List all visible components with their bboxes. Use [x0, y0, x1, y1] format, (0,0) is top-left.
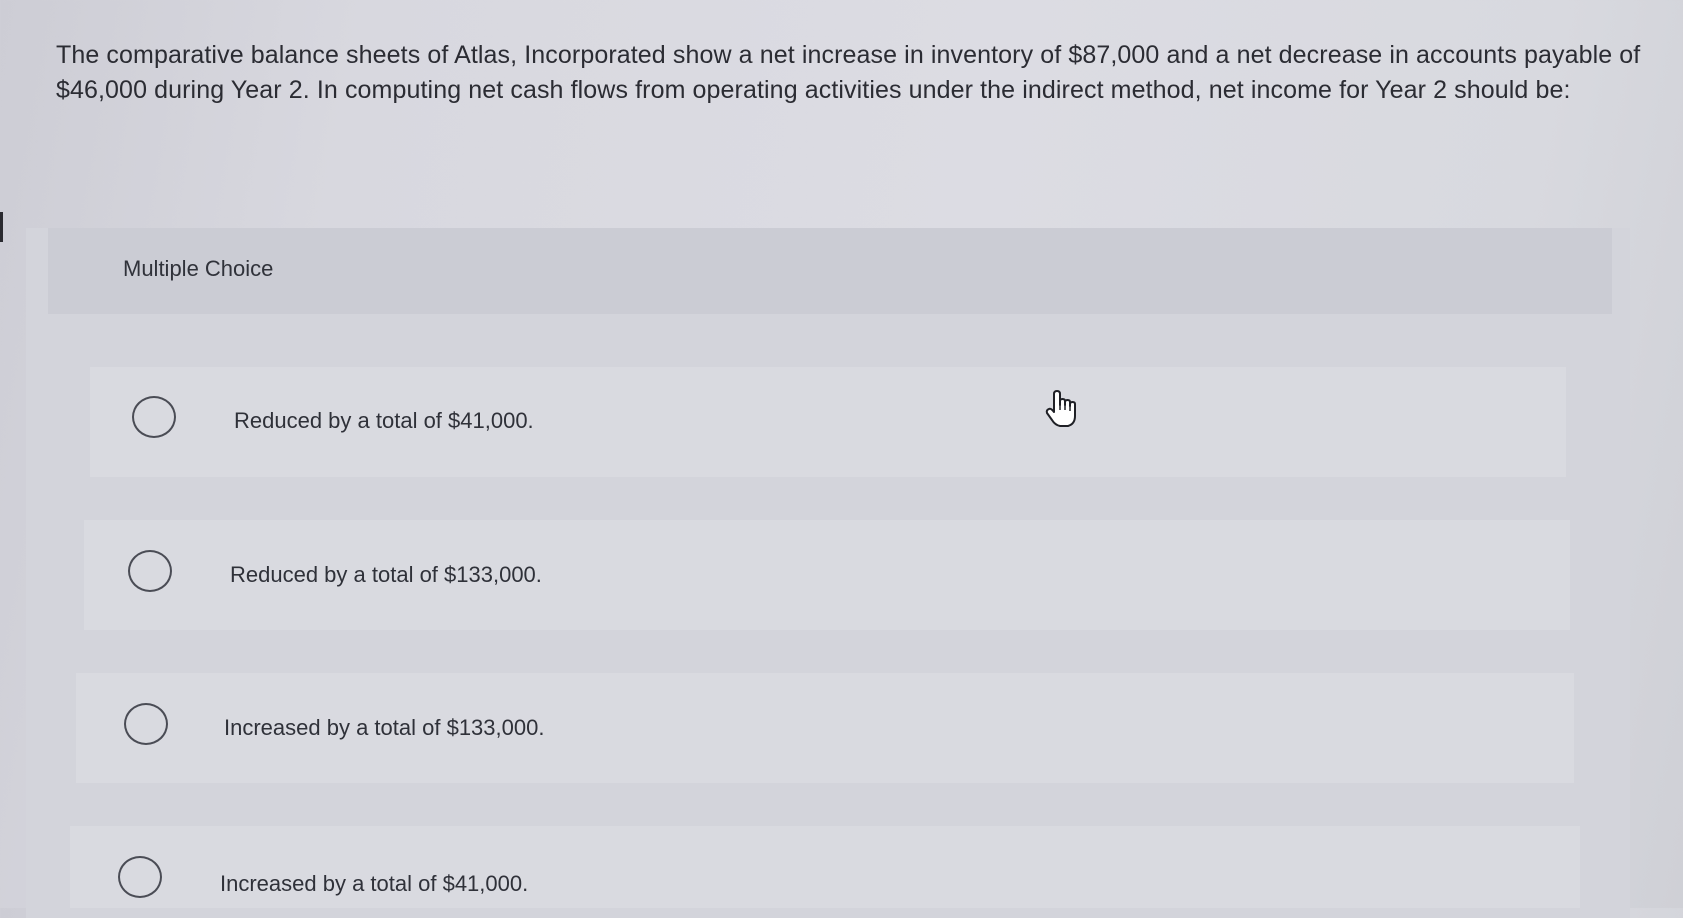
- radio-button-option-3[interactable]: [124, 703, 168, 745]
- answer-option-3[interactable]: Increased by a total of $133,000.: [76, 673, 1574, 783]
- question-text: The comparative balance sheets of Atlas,…: [56, 41, 1641, 104]
- answer-option-1[interactable]: Reduced by a total of $41,000.: [90, 367, 1566, 477]
- answer-option-3-label: Increased by a total of $133,000.: [224, 715, 545, 740]
- radio-button-option-2[interactable]: [128, 550, 172, 592]
- answer-option-2-label: Reduced by a total of $133,000.: [230, 562, 542, 587]
- pointer-hand-icon: [1045, 390, 1076, 427]
- answer-option-4[interactable]: Increased by a total of $41,000.: [70, 826, 1580, 908]
- multiple-choice-header: [48, 228, 1612, 314]
- answer-option-2[interactable]: Reduced by a total of $133,000.: [84, 520, 1570, 630]
- answer-option-1-label: Reduced by a total of $41,000.: [234, 408, 534, 433]
- radio-button-option-4[interactable]: [118, 856, 162, 898]
- answer-option-4-label: Increased by a total of $41,000.: [220, 871, 529, 896]
- window-edge-marker: [0, 212, 3, 242]
- radio-button-option-1[interactable]: [132, 396, 176, 438]
- multiple-choice-label: Multiple Choice: [123, 256, 274, 281]
